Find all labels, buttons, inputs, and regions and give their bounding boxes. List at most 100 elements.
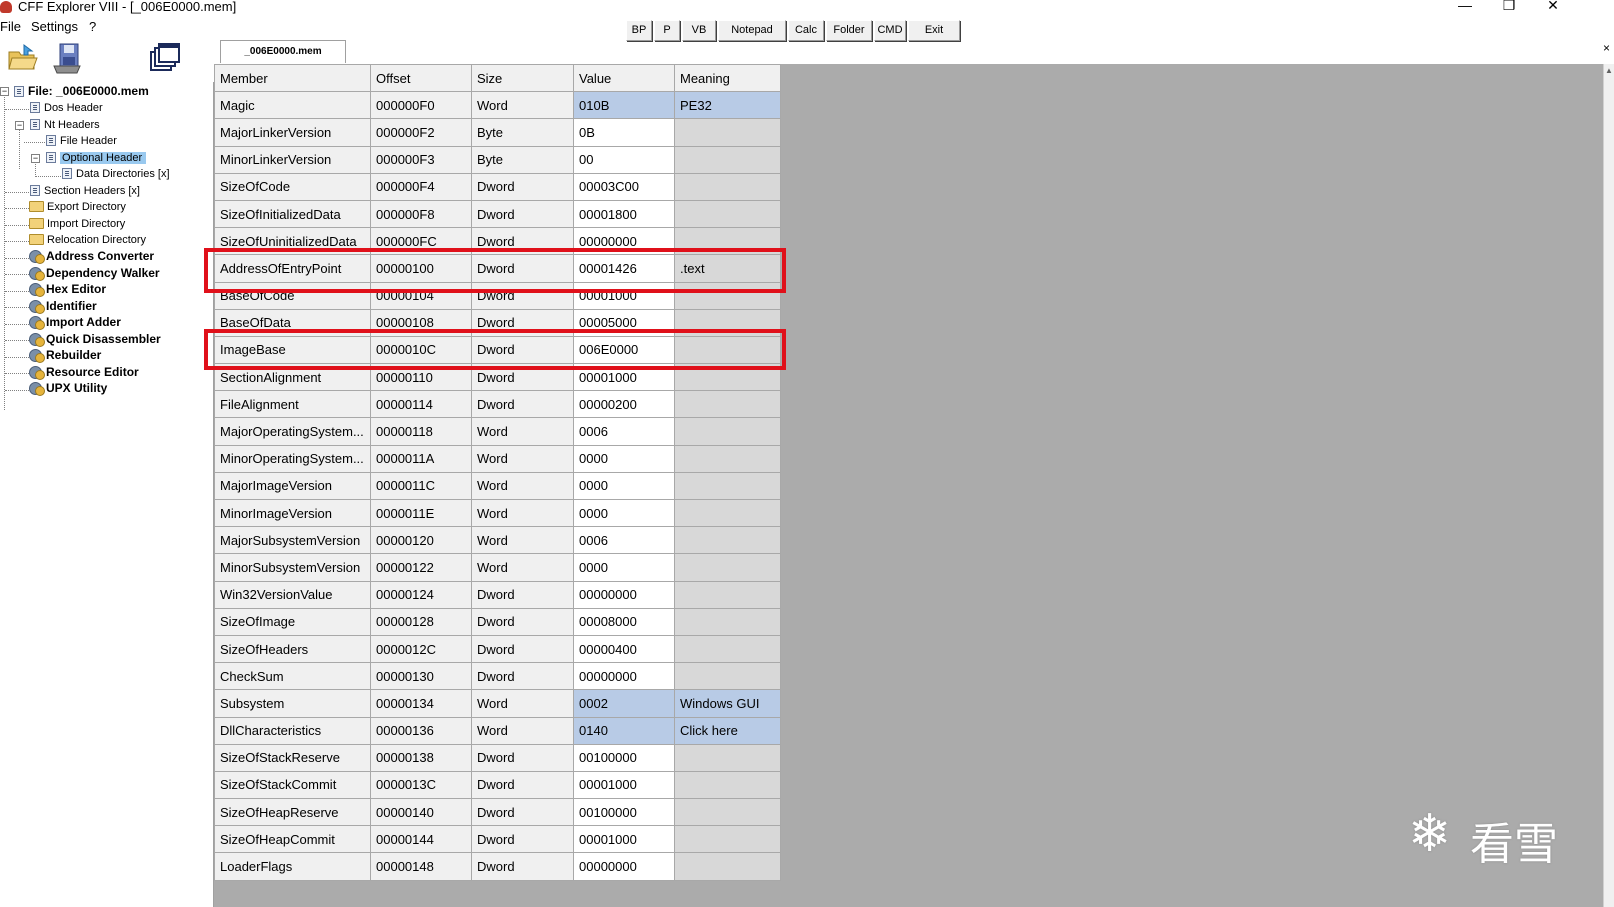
cell-value[interactable]: 0000: [573, 553, 675, 582]
cell-meaning[interactable]: Windows GUI: [674, 689, 781, 718]
cell-meaning[interactable]: [674, 145, 781, 174]
tree-item-file-header[interactable]: File Header: [46, 133, 117, 150]
close-icon[interactable]: ✕: [1538, 0, 1568, 16]
cell-value[interactable]: 010B: [573, 91, 675, 120]
cell-value[interactable]: 0B: [573, 118, 675, 147]
cell-meaning[interactable]: [674, 634, 781, 664]
expander-optional-header[interactable]: −: [31, 154, 40, 163]
expander-nt-headers[interactable]: −: [15, 121, 24, 130]
exit-button[interactable]: Exit: [908, 20, 960, 41]
table-row[interactable]: SizeOfInitializedData 000000F8 Dword 000018…: [214, 199, 781, 229]
table-row[interactable]: BaseOfCode 00000104 Dword 00001000: [214, 281, 781, 310]
table-row[interactable]: Magic 000000F0 Word 010B PE32: [214, 91, 781, 120]
calc-button[interactable]: Calc: [788, 20, 824, 41]
cell-meaning[interactable]: [674, 417, 781, 446]
cell-meaning[interactable]: [674, 444, 781, 473]
cell-value[interactable]: 0006: [573, 526, 675, 555]
save-disk-icon[interactable]: [50, 42, 84, 74]
tree-item-export-directory[interactable]: Export Directory: [29, 199, 126, 216]
bp-button[interactable]: BP: [626, 20, 652, 41]
cell-value[interactable]: 00008000: [573, 607, 675, 636]
cell-value[interactable]: 00000000: [573, 662, 675, 691]
p-button[interactable]: P: [654, 20, 680, 41]
cell-meaning[interactable]: [674, 770, 781, 800]
cell-meaning[interactable]: [674, 852, 781, 881]
cell-value[interactable]: 00000000: [573, 227, 675, 256]
tree-tool-quick-disassembler[interactable]: Quick Disassembler: [29, 331, 161, 348]
table-row[interactable]: BaseOfData 00000108 Dword 00005000: [214, 308, 781, 337]
cell-meaning[interactable]: [674, 498, 781, 528]
table-row[interactable]: CheckSum 00000130 Dword 00000000: [214, 662, 781, 691]
vertical-scrollbar[interactable]: ▲: [1603, 64, 1614, 907]
cell-value[interactable]: 00100000: [573, 798, 675, 827]
cell-meaning[interactable]: [674, 526, 781, 555]
tree-tool-upx-utility[interactable]: UPX Utility: [29, 380, 107, 397]
tree-item-relocation-directory[interactable]: Relocation Directory: [29, 232, 146, 249]
tree-tool-dependency-walker[interactable]: Dependency Walker: [29, 265, 160, 282]
open-folder-icon[interactable]: [6, 42, 40, 74]
table-row[interactable]: SizeOfHeaders 0000012C Dword 00000400: [214, 634, 781, 664]
tree-tool-address-converter[interactable]: Address Converter: [29, 248, 154, 265]
menu-settings[interactable]: Settings: [31, 19, 78, 34]
cell-meaning[interactable]: [674, 390, 781, 419]
tree-tool-identifier[interactable]: Identifier: [29, 298, 97, 315]
cell-meaning[interactable]: [674, 118, 781, 147]
column-header-value[interactable]: Value: [573, 63, 675, 93]
column-header-meaning[interactable]: Meaning: [674, 63, 781, 93]
cell-meaning[interactable]: [674, 281, 781, 310]
cell-value[interactable]: 00001000: [573, 825, 675, 854]
table-row[interactable]: AddressOfEntryPoint 00000100 Dword 00001426…: [214, 254, 781, 283]
tree-item-optional-header[interactable]: Optional Header: [46, 150, 147, 167]
tree-item-dos-header[interactable]: Dos Header: [30, 100, 103, 117]
tree-tool-resource-editor[interactable]: Resource Editor: [29, 364, 139, 381]
folder-button[interactable]: Folder: [826, 20, 872, 41]
table-row[interactable]: ImageBase 0000010C Dword 006E0000: [214, 335, 781, 365]
table-row[interactable]: FileAlignment 00000114 Dword 00000200: [214, 390, 781, 419]
cell-meaning[interactable]: [674, 363, 781, 392]
tree-item-import-directory[interactable]: Import Directory: [29, 216, 125, 233]
tree-tool-hex-editor[interactable]: Hex Editor: [29, 281, 106, 298]
cell-value[interactable]: 00001000: [573, 281, 675, 310]
restore-icon[interactable]: ❐: [1494, 0, 1524, 16]
column-header-size[interactable]: Size: [471, 63, 574, 93]
cell-value[interactable]: 00000000: [573, 580, 675, 609]
cell-value[interactable]: 00000200: [573, 390, 675, 419]
cell-value[interactable]: 0002: [573, 689, 675, 718]
cell-meaning[interactable]: [674, 308, 781, 337]
column-header-offset[interactable]: Offset: [370, 63, 472, 93]
menu-file[interactable]: File: [0, 19, 21, 34]
table-row[interactable]: SizeOfHeapReserve 00000140 Dword 00100000: [214, 798, 781, 827]
cell-value[interactable]: 00001800: [573, 199, 675, 229]
column-header-member[interactable]: Member: [214, 63, 371, 93]
menu-help[interactable]: ?: [89, 19, 96, 34]
cell-value[interactable]: 0140: [573, 716, 675, 745]
cell-meaning[interactable]: [674, 335, 781, 365]
cell-meaning[interactable]: [674, 825, 781, 854]
tab-file[interactable]: _006E0000.mem: [220, 40, 346, 63]
table-row[interactable]: SizeOfStackReserve 00000138 Dword 00100000: [214, 743, 781, 772]
table-row[interactable]: MajorLinkerVersion 000000F2 Byte 0B: [214, 118, 781, 147]
table-row[interactable]: MajorSubsystemVersion 00000120 Word 0006: [214, 526, 781, 555]
cell-value[interactable]: 00: [573, 145, 675, 174]
tree-item-nt-headers[interactable]: Nt Headers: [30, 117, 100, 134]
table-row[interactable]: LoaderFlags 00000148 Dword 00000000: [214, 852, 781, 881]
cell-meaning[interactable]: [674, 172, 781, 201]
scroll-up-icon[interactable]: ▲: [1605, 66, 1613, 75]
cell-value[interactable]: 00100000: [573, 743, 675, 772]
cell-value[interactable]: 00000400: [573, 634, 675, 664]
vb-button[interactable]: VB: [682, 20, 716, 41]
minimize-icon[interactable]: —: [1450, 0, 1480, 16]
tree-tool-import-adder[interactable]: Import Adder: [29, 314, 121, 331]
table-row[interactable]: MinorImageVersion 0000011E Word 0000: [214, 498, 781, 528]
table-row[interactable]: MinorOperatingSystem... 0000011A Word 0000: [214, 444, 781, 473]
cell-meaning[interactable]: [674, 662, 781, 691]
windows-stack-icon[interactable]: [146, 42, 180, 74]
table-row[interactable]: SectionAlignment 00000110 Dword 00001000: [214, 363, 781, 392]
table-row[interactable]: Subsystem 00000134 Word 0002 Windows GUI: [214, 689, 781, 718]
cell-value[interactable]: 0000: [573, 444, 675, 473]
cell-meaning[interactable]: .text: [674, 254, 781, 283]
table-row[interactable]: DllCharacteristics 00000136 Word 0140 Click …: [214, 716, 781, 745]
tree-item-data-directories[interactable]: Data Directories [x]: [62, 166, 170, 183]
table-row[interactable]: SizeOfUninitializedData 000000FC Dword 0000…: [214, 227, 781, 256]
cell-meaning[interactable]: [674, 580, 781, 609]
